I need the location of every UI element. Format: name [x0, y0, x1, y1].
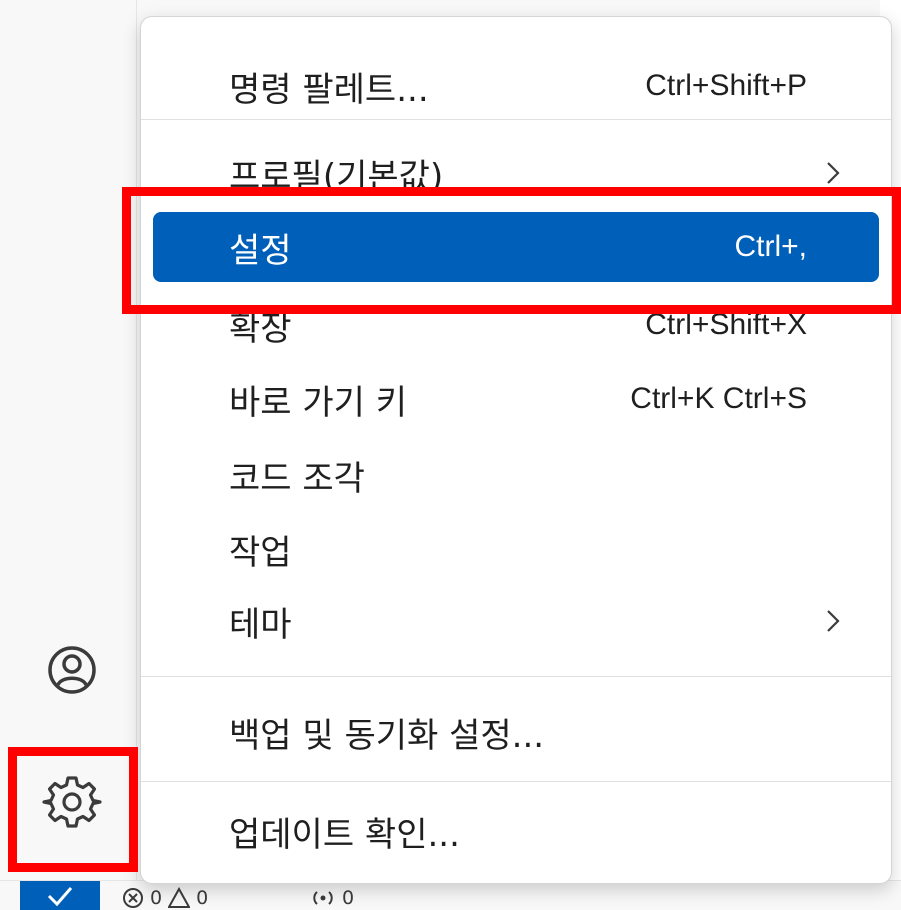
check-icon — [47, 886, 73, 906]
warning-count: 0 — [196, 887, 209, 909]
warning-icon — [168, 887, 191, 908]
menu-item-label: 명령 팔레트... — [229, 69, 429, 110]
menu-item-shortcut: Ctrl+Shift+X — [645, 308, 807, 341]
menu-item-profile[interactable]: 프로필(기본값) — [153, 138, 879, 208]
ports-status[interactable]: 0 — [310, 887, 354, 909]
menu-item-label: 테마 — [229, 604, 292, 645]
remote-indicator[interactable] — [20, 881, 100, 910]
broadcast-icon — [313, 891, 333, 905]
menu-item-label: 확장 — [229, 308, 292, 349]
menu-item-check-updates[interactable]: 업데이트 확인... — [153, 796, 879, 866]
menu-item-shortcut: Ctrl+Shift+P — [645, 69, 807, 102]
menu-item-keyboard-shortcuts[interactable]: 바로 가기 키 Ctrl+K Ctrl+S — [153, 364, 879, 434]
menu-item-shortcut: Ctrl+, — [734, 230, 807, 263]
chevron-right-icon — [827, 610, 840, 632]
account-icon — [48, 646, 96, 694]
menu-item-label: 코드 조각 — [229, 458, 365, 499]
error-icon — [123, 888, 143, 908]
menu-item-backup-sync[interactable]: 백업 및 동기화 설정... — [153, 697, 879, 767]
menu-item-extensions[interactable]: 확장 Ctrl+Shift+X — [153, 290, 879, 360]
menu-item-label: 설정 — [229, 230, 292, 271]
menu-separator — [141, 676, 891, 677]
menu-separator — [141, 781, 891, 782]
menu-item-settings[interactable]: 설정 Ctrl+, — [153, 212, 879, 282]
menu-item-label: 작업 — [229, 532, 292, 573]
menu-item-shortcut: Ctrl+K Ctrl+S — [630, 382, 807, 415]
status-bar: 0 0 0 — [0, 880, 901, 910]
accounts-button[interactable] — [30, 628, 114, 712]
error-count: 0 — [150, 887, 163, 909]
manage-button[interactable] — [30, 760, 114, 844]
menu-item-tasks[interactable]: 작업 — [153, 514, 879, 584]
menu-item-command-palette[interactable]: 명령 팔레트... Ctrl+Shift+P — [153, 51, 879, 121]
menu-item-label: 프로필(기본값) — [229, 156, 444, 197]
menu-item-label: 백업 및 동기화 설정... — [229, 715, 545, 756]
menu-separator — [141, 119, 891, 120]
menu-item-snippets[interactable]: 코드 조각 — [153, 440, 879, 510]
problems-status[interactable]: 0 0 — [122, 887, 208, 909]
menu-item-label: 업데이트 확인... — [229, 814, 460, 855]
ports-count: 0 — [342, 887, 355, 909]
chevron-right-icon — [827, 162, 840, 184]
manage-menu: 명령 팔레트... Ctrl+Shift+P 프로필(기본값) 설정 Ctrl+… — [140, 16, 892, 884]
activity-bar — [0, 0, 137, 880]
menu-item-themes[interactable]: 테마 — [153, 586, 879, 656]
menu-item-label: 바로 가기 키 — [229, 382, 408, 423]
gear-icon — [42, 776, 102, 828]
